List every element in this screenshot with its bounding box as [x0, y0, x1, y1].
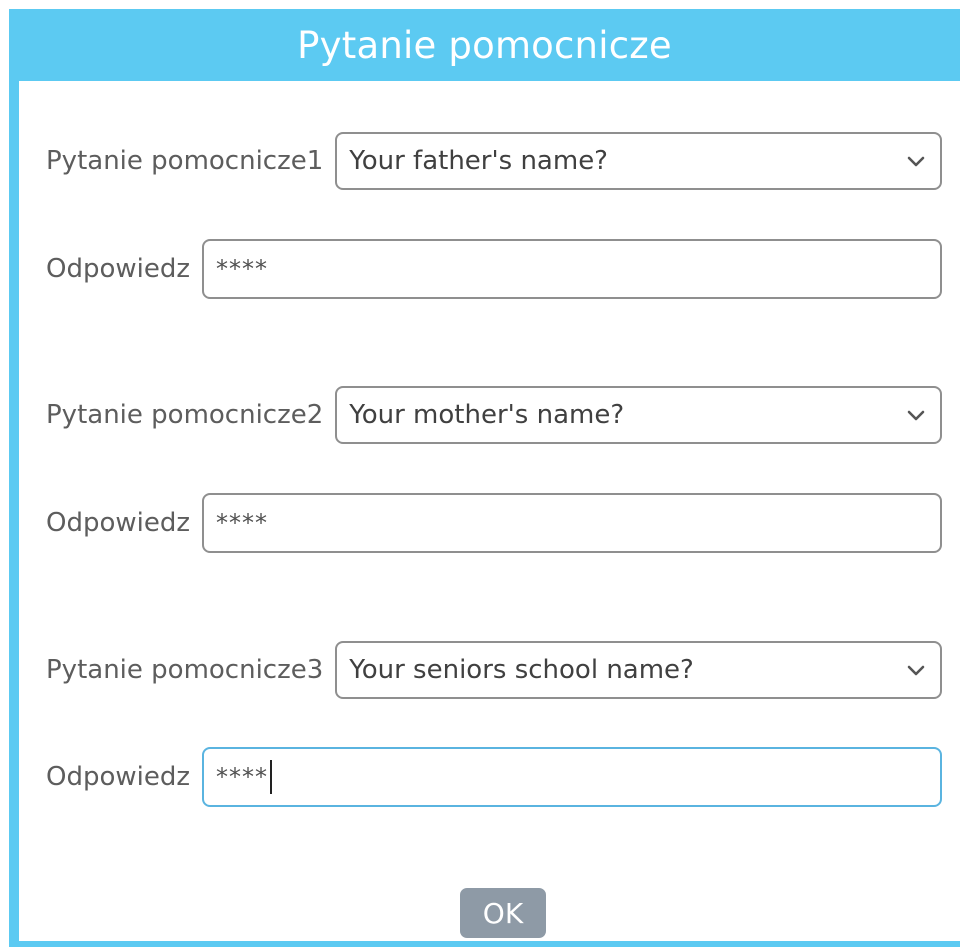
chevron-down-icon	[907, 156, 925, 167]
chevron-down-icon	[907, 665, 925, 676]
text-caret	[270, 760, 273, 794]
dialog-content: Pytanie pomocnicze1 Your father's name? …	[19, 81, 960, 941]
question-2-selected-value: Your mother's name?	[349, 400, 625, 430]
ok-button[interactable]: OK	[460, 888, 546, 938]
answer-3-row: Odpowiedz ****	[19, 746, 942, 808]
dialog-title: Pytanie pomocnicze	[297, 23, 672, 67]
answer-2-value: ****	[216, 509, 269, 537]
answer-3-input[interactable]: ****	[202, 747, 942, 807]
answer-1-label: Odpowiedz	[46, 254, 191, 284]
question-1-label: Pytanie pomocnicze1	[46, 146, 324, 176]
question-2-select[interactable]: Your mother's name?	[335, 386, 942, 444]
answer-1-input[interactable]: ****	[202, 239, 942, 299]
question-1-row: Pytanie pomocnicze1 Your father's name?	[19, 130, 942, 192]
question-1-selected-value: Your father's name?	[349, 146, 608, 176]
answer-1-row: Odpowiedz ****	[19, 238, 942, 300]
answer-3-value: ****	[216, 763, 269, 791]
answer-1-value: ****	[216, 255, 269, 283]
question-3-selected-value: Your seniors school name?	[349, 655, 694, 685]
answer-2-input[interactable]: ****	[202, 493, 942, 553]
question-2-row: Pytanie pomocnicze2 Your mother's name?	[19, 384, 942, 446]
chevron-down-icon	[907, 410, 925, 421]
answer-3-label: Odpowiedz	[46, 762, 191, 792]
answer-2-row: Odpowiedz ****	[19, 492, 942, 554]
question-3-select[interactable]: Your seniors school name?	[335, 641, 942, 699]
question-1-select[interactable]: Your father's name?	[335, 132, 942, 190]
question-3-label: Pytanie pomocnicze3	[46, 655, 324, 685]
answer-2-label: Odpowiedz	[46, 508, 191, 538]
question-3-row: Pytanie pomocnicze3 Your seniors school …	[19, 639, 942, 701]
security-questions-dialog: Pytanie pomocnicze Pytanie pomocnicze1 Y…	[9, 9, 960, 947]
question-2-label: Pytanie pomocnicze2	[46, 400, 324, 430]
